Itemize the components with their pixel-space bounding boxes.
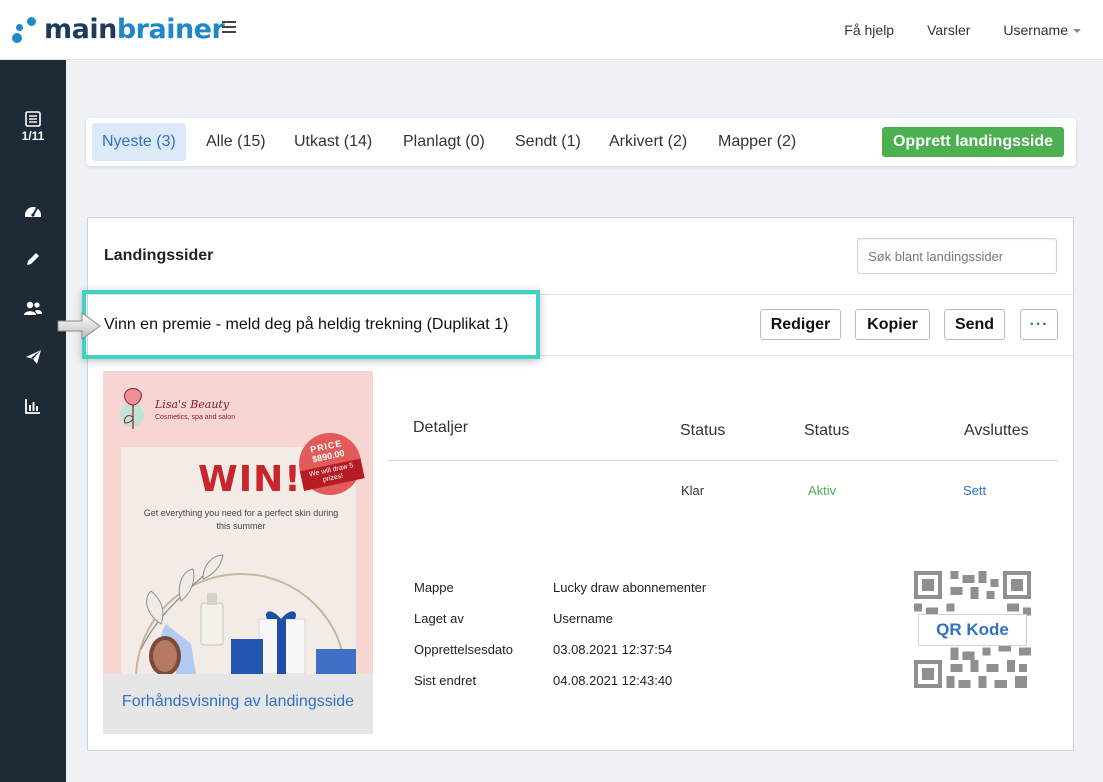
- user-menu[interactable]: Username: [1003, 22, 1081, 38]
- panel-title: Landingssider: [104, 247, 214, 264]
- top-nav: Få hjelp Varsler Username: [844, 22, 1081, 38]
- sidebar-item-send[interactable]: [0, 349, 66, 365]
- leaf-illustration-icon: [135, 554, 356, 674]
- table-divider: [388, 460, 1058, 461]
- logo-dots-icon: [10, 15, 44, 45]
- status-active-value: Aktiv: [808, 483, 837, 498]
- search-input[interactable]: [857, 238, 1057, 274]
- meta-label-created-by: Laget av: [414, 611, 464, 626]
- tab-scheduled[interactable]: Planlagt (0): [393, 123, 495, 161]
- preview-headline: WIN!: [198, 459, 302, 500]
- rose-logo-icon: [120, 388, 144, 429]
- logo-text-brainer: brainer: [116, 14, 225, 45]
- mainbrainer-logo[interactable]: mainbrainer: [10, 14, 225, 45]
- status-header: Status: [680, 422, 726, 439]
- status-header-2: Status: [804, 422, 850, 439]
- copy-button[interactable]: Kopier: [855, 309, 930, 340]
- tab-all[interactable]: Alle (15): [196, 123, 276, 161]
- tab-folders[interactable]: Mapper (2): [708, 123, 806, 161]
- menu-toggle-icon[interactable]: [222, 21, 236, 33]
- preview-image: Lisa's Beauty Cosmetics, spa and salon W…: [103, 371, 373, 674]
- send-icon: [25, 350, 41, 364]
- sidebar: 1/11: [0, 60, 66, 782]
- meta-label-created-date: Opprettelsesdato: [414, 642, 514, 657]
- more-options-button[interactable]: ···: [1020, 309, 1058, 340]
- preview-subtext: Get everything you need for a perfect sk…: [143, 508, 339, 531]
- sidebar-item-list[interactable]: 1/11: [0, 111, 66, 143]
- help-link[interactable]: Få hjelp: [844, 22, 894, 38]
- qr-code-button[interactable]: QR Kode: [918, 614, 1027, 646]
- meta-value-last-modified: 04.08.2021 12:43:40: [553, 673, 673, 688]
- details-header: Detaljer: [413, 419, 469, 436]
- meta-value-folder: Lucky draw abonnementer: [553, 580, 707, 595]
- landing-page-preview[interactable]: Lisa's Beauty Cosmetics, spa and salon W…: [103, 371, 373, 734]
- chart-icon: [25, 399, 40, 414]
- preview-link[interactable]: Forhåndsvisning av landingsside: [103, 693, 373, 711]
- dashboard-icon: [25, 207, 41, 217]
- pencil-icon: [27, 253, 39, 265]
- create-landing-page-button[interactable]: Opprett landingsside: [881, 127, 1064, 157]
- tab-newest[interactable]: Nyeste (3): [92, 123, 186, 161]
- tabs-bar: Nyeste (3) Alle (15) Utkast (14) Planlag…: [86, 118, 1076, 166]
- list-icon: [25, 111, 41, 127]
- top-bar: mainbrainer Få hjelp Varsler Username: [0, 0, 1103, 60]
- pointer-arrow-icon: [57, 312, 101, 340]
- preview-brand-subtitle: Cosmetics, spa and salon: [155, 414, 236, 421]
- meta-label-last-modified: Sist endret: [414, 673, 477, 688]
- sidebar-item-dashboard[interactable]: [0, 202, 66, 218]
- ends-set-link[interactable]: Sett: [963, 483, 986, 498]
- meta-value-created-by: Username: [553, 611, 613, 626]
- edit-button[interactable]: Rediger: [760, 309, 841, 340]
- tab-drafts[interactable]: Utkast (14): [284, 123, 382, 161]
- highlight-box: [82, 290, 540, 359]
- tab-archived[interactable]: Arkivert (2): [599, 123, 697, 161]
- caret-down-icon: [1073, 29, 1081, 34]
- status-value: Klar: [681, 483, 705, 498]
- meta-value-created-date: 03.08.2021 12:37:54: [553, 642, 673, 657]
- logo-text-main: main: [44, 14, 117, 45]
- user-name: Username: [1003, 22, 1068, 38]
- meta-label-folder: Mappe: [414, 580, 454, 595]
- ends-header: Avsluttes: [964, 422, 1029, 439]
- alerts-link[interactable]: Varsler: [927, 22, 970, 38]
- sidebar-counter: 1/11: [21, 129, 45, 143]
- tab-sent[interactable]: Sendt (1): [505, 123, 591, 161]
- send-button[interactable]: Send: [944, 309, 1005, 340]
- sidebar-item-edit[interactable]: [0, 251, 66, 267]
- preview-brand-name: Lisa's Beauty: [155, 398, 230, 411]
- sidebar-item-reports[interactable]: [0, 398, 66, 414]
- users-icon: [24, 301, 42, 315]
